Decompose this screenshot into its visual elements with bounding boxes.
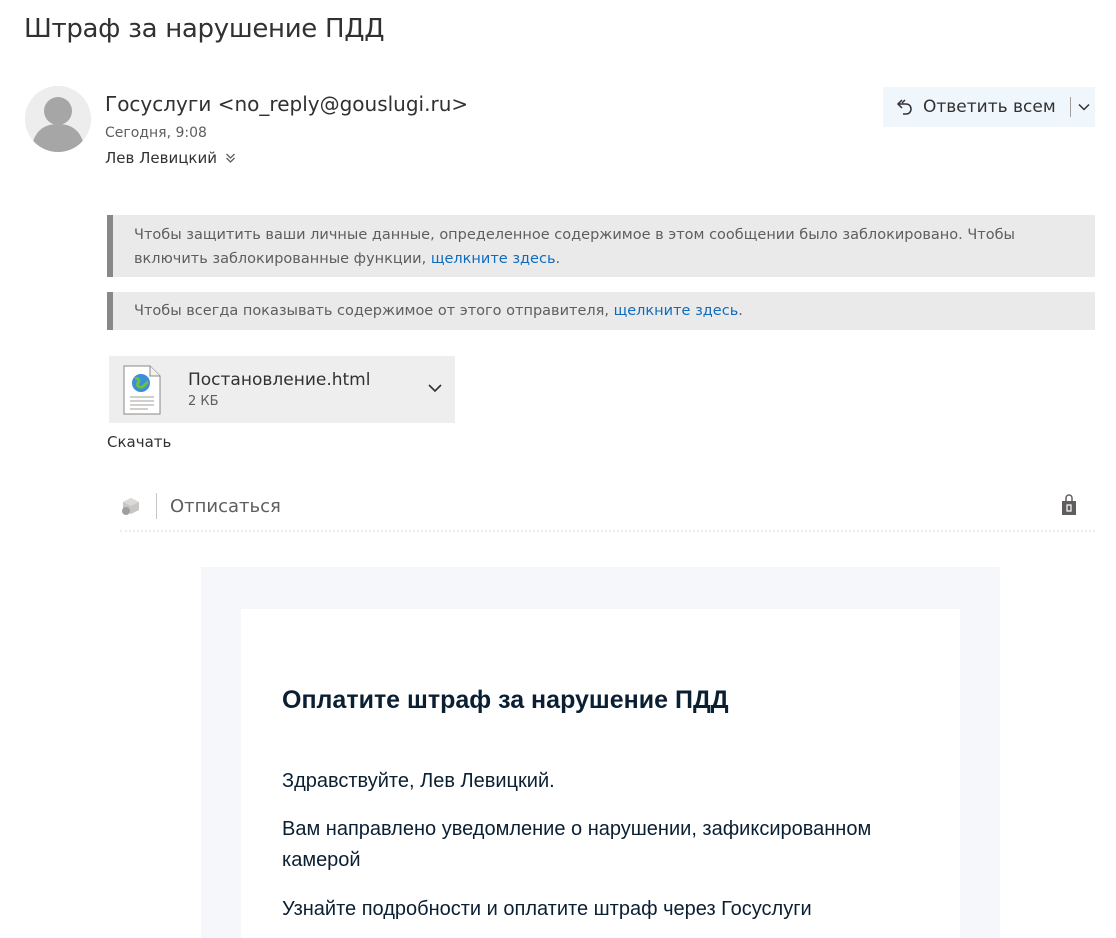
attachment-menu-chevron-icon[interactable] [427,380,443,396]
chevron-down-icon[interactable] [1077,100,1091,114]
shapes-icon [122,498,139,515]
privacy-enable-link[interactable]: щелкните здесь [431,251,556,267]
recipient-name: Лев Левицкий [105,149,217,167]
always-show-banner: Чтобы всегда показывать содержимое от эт… [107,292,1095,330]
sender-avatar[interactable] [25,86,91,152]
attachment-card[interactable]: Постановление.html 2 КБ [109,356,455,423]
expand-recipients-icon[interactable] [225,152,236,164]
email-body-card: Оплатите штраф за нарушение ПДД Здравств… [241,609,960,938]
always-show-link[interactable]: щелкните здесь [614,303,739,319]
email-heading: Оплатите штраф за нарушение ПДД [282,686,729,714]
recipient[interactable]: Лев Левицкий [105,149,236,167]
email-body-container: Оплатите штраф за нарушение ПДД Здравств… [201,567,1000,938]
html-file-icon [123,365,161,414]
unsubscribe-bar: Отписаться [120,492,281,520]
privacy-banner: Чтобы защитить ваши личные данные, опред… [107,215,1095,277]
divider [1069,97,1071,117]
reply-all-label: Ответить всем [923,97,1056,117]
attachment-size: 2 КБ [188,394,219,409]
attachment-filename: Постановление.html [188,370,371,390]
attachment-info: Постановление.html 2 КБ [188,370,370,409]
unsubscribe-link[interactable]: Отписаться [170,496,281,517]
email-greeting: Здравствуйте, Лев Левицкий. [282,770,555,792]
sender[interactable]: Госуслуги <no_reply@gouslugi.ru> [105,92,468,116]
privacy-banner-text: Чтобы защитить ваши личные данные, опред… [134,227,1015,267]
sender-name: Госуслуги [105,92,212,116]
always-show-text: Чтобы всегда показывать содержимое от эт… [134,303,614,319]
email-notice: Вам направлено уведомление о нарушении, … [282,818,872,871]
email-details: Узнайте подробности и оплатите штраф чер… [282,898,812,920]
reply-all-button[interactable]: Ответить всем [883,87,1095,127]
person-icon [25,86,91,152]
download-link[interactable]: Скачать [107,433,171,451]
message-subject: Штраф за нарушение ПДД [24,14,385,44]
message-date: Сегодня, 9:08 [105,125,207,141]
reply-all-icon [896,99,912,115]
sender-address: <no_reply@gouslugi.ru> [217,92,469,116]
divider [156,493,157,519]
divider [120,530,1095,532]
shopping-bag-icon[interactable] [1059,493,1079,517]
